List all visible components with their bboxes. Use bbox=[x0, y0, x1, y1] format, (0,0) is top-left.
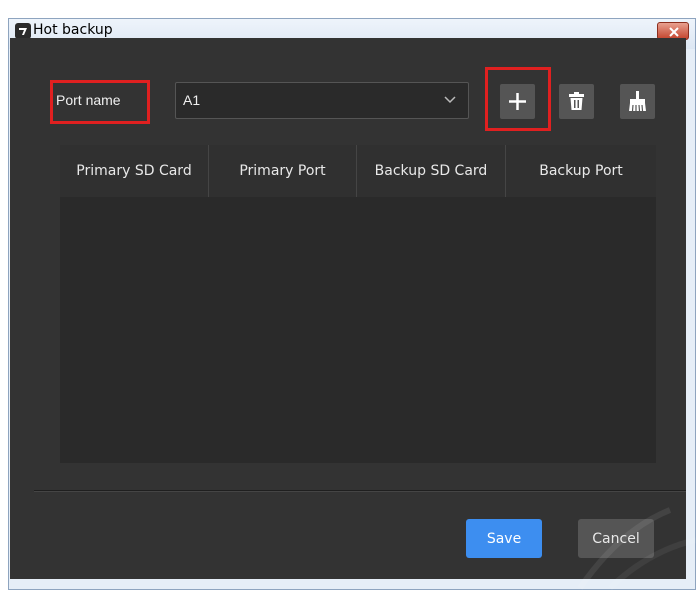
clear-button[interactable] bbox=[620, 84, 655, 119]
column-header-primary-sd-card[interactable]: Primary SD Card bbox=[60, 145, 209, 197]
port-select-value: A1 bbox=[183, 92, 201, 108]
footer-divider bbox=[34, 490, 686, 492]
app-logo-icon bbox=[15, 23, 31, 39]
save-button[interactable]: Save bbox=[466, 519, 542, 558]
cancel-button[interactable]: Cancel bbox=[578, 519, 654, 558]
close-icon bbox=[669, 27, 679, 37]
chevron-down-icon bbox=[444, 96, 456, 104]
broom-icon bbox=[629, 91, 646, 112]
port-name-select[interactable]: A1 bbox=[175, 82, 469, 119]
column-header-backup-sd-card[interactable]: Backup SD Card bbox=[357, 145, 506, 197]
table-body[interactable] bbox=[60, 197, 656, 463]
add-button[interactable] bbox=[500, 84, 535, 119]
backup-table: Primary SD Card Primary Port Backup SD C… bbox=[60, 145, 656, 463]
window-title: Hot backup bbox=[33, 22, 113, 38]
table-header: Primary SD Card Primary Port Backup SD C… bbox=[60, 145, 656, 197]
column-header-backup-port[interactable]: Backup Port bbox=[506, 145, 656, 197]
plus-icon bbox=[509, 93, 526, 110]
port-name-label: Port name bbox=[56, 92, 121, 108]
trash-icon bbox=[569, 92, 584, 110]
column-header-primary-port[interactable]: Primary Port bbox=[209, 145, 357, 197]
delete-button[interactable] bbox=[559, 84, 594, 119]
